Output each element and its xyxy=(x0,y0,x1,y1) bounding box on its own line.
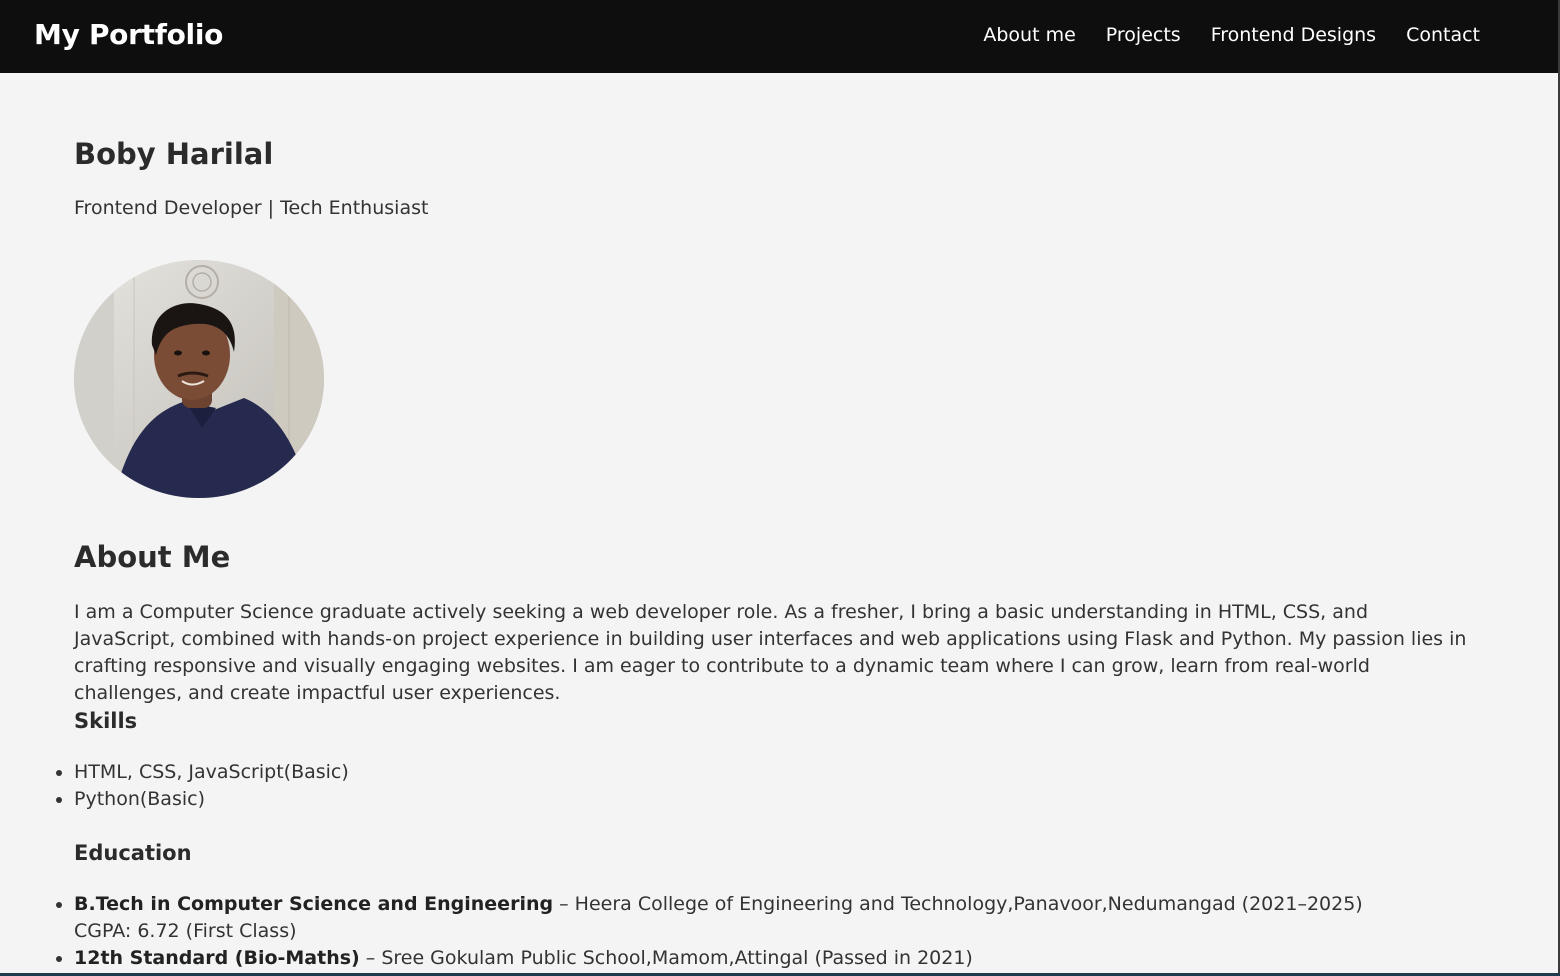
skills-section-title: Skills xyxy=(74,709,138,733)
nav-link-about[interactable]: About me xyxy=(983,24,1075,46)
main-content: Boby Harilal Frontend Developer | Tech E… xyxy=(0,73,1558,976)
education-degree: 12th Standard (Bio-Maths) xyxy=(74,947,360,969)
education-detail: – Sree Gokulam Public School,Mamom,Attin… xyxy=(359,947,973,969)
top-navbar: My Portfolio About me Projects Frontend … xyxy=(0,0,1558,73)
profile-photo-icon xyxy=(74,260,324,498)
education-item: 12th Standard (Bio-Maths) – Sree Gokulam… xyxy=(74,945,1474,972)
about-section-title: About Me xyxy=(74,540,231,574)
education-section-title: Education xyxy=(74,841,192,865)
education-detail: – Heera College of Engineering and Techn… xyxy=(553,893,1363,915)
education-degree: B.Tech in Computer Science and Engineeri… xyxy=(74,893,554,915)
nav-link-frontend-designs[interactable]: Frontend Designs xyxy=(1211,24,1376,46)
education-cgpa: CGPA: 6.72 (First Class) xyxy=(74,920,297,942)
profile-avatar xyxy=(74,260,324,498)
skill-item: HTML, CSS, JavaScript(Basic) xyxy=(74,759,349,786)
education-item: B.Tech in Computer Science and Engineeri… xyxy=(74,891,1474,945)
skill-item: Python(Basic) xyxy=(74,786,349,813)
about-paragraph: I am a Computer Science graduate activel… xyxy=(74,601,1467,704)
nav-link-contact[interactable]: Contact xyxy=(1406,24,1480,46)
education-list: B.Tech in Computer Science and Engineeri… xyxy=(74,891,1474,972)
nav-links: About me Projects Frontend Designs Conta… xyxy=(983,24,1480,46)
profile-name: Boby Harilal xyxy=(74,137,274,171)
skills-list: HTML, CSS, JavaScript(Basic) Python(Basi… xyxy=(74,759,349,813)
nav-link-projects[interactable]: Projects xyxy=(1106,24,1181,46)
brand-title[interactable]: My Portfolio xyxy=(34,18,223,51)
profile-tagline: Frontend Developer | Tech Enthusiast xyxy=(74,197,429,219)
